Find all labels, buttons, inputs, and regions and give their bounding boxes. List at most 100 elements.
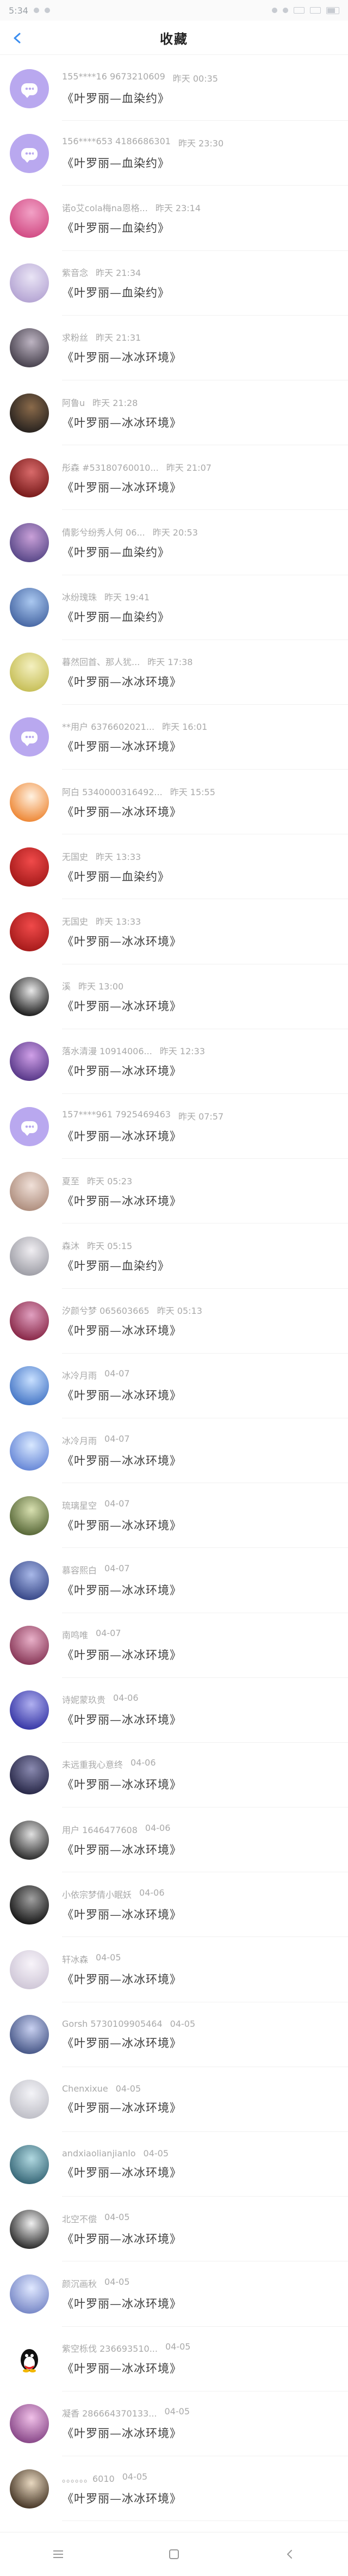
item-time: 昨天 05:15 — [87, 1240, 133, 1251]
chat-avatar-icon[interactable] — [10, 69, 49, 108]
favorite-item[interactable]: 凝香 286664370133... 04-05 《叶罗丽—冰冰环境》 — [0, 2391, 348, 2456]
user-avatar[interactable] — [10, 458, 49, 497]
favorite-item[interactable]: 慕容熙白 04-07 《叶罗丽—冰冰环境》 — [0, 1548, 348, 1613]
user-avatar[interactable] — [10, 2209, 49, 2249]
user-avatar[interactable] — [10, 912, 49, 952]
favorite-item[interactable]: 倩影兮纷秀人何 06... 昨天 20:53 《叶罗丽—血染约》 — [0, 510, 348, 575]
item-author: 暮然回首、那人犹... — [62, 657, 140, 668]
favorite-item[interactable]: 北空不偿 04-05 《叶罗丽—冰冰环境》 — [0, 2197, 348, 2262]
user-avatar[interactable] — [10, 2015, 49, 2055]
user-avatar[interactable] — [10, 198, 49, 238]
favorite-item[interactable]: 琉璃星空 04-07 《叶罗丽—冰冰环境》 — [0, 1483, 348, 1548]
user-avatar[interactable] — [10, 393, 49, 433]
penguin-avatar-icon[interactable] — [10, 2339, 49, 2379]
item-info: 落水清漫 10914006... 昨天 12:33 《叶罗丽—冰冰环境》 — [62, 1044, 348, 1079]
nav-back-button[interactable] — [279, 2543, 301, 2565]
favorite-item[interactable]: 紫空栎伐 236693510... 04-05 《叶罗丽—冰冰环境》 — [0, 2327, 348, 2391]
user-avatar[interactable] — [10, 1042, 49, 1081]
user-avatar[interactable] — [10, 1885, 49, 1925]
favorite-item[interactable]: 无国史 昨天 13:33 《叶罗丽—血染约》 — [0, 834, 348, 900]
favorite-item[interactable]: 求粉丝 昨天 21:31 《叶罗丽—冰冰环境》 — [0, 316, 348, 380]
favorite-item[interactable]: 冰冷月雨 04-07 《叶罗丽—冰冰环境》 — [0, 1354, 348, 1418]
favorite-item[interactable]: 颜沉画秋 04-05 《叶罗丽—冰冰环境》 — [0, 2261, 348, 2327]
item-time: 昨天 21:34 — [96, 268, 141, 279]
user-avatar[interactable] — [10, 1950, 49, 1990]
favorite-item[interactable]: 夏至 昨天 05:23 《叶罗丽—冰冰环境》 — [0, 1159, 348, 1224]
favorite-item[interactable]: 无国史 昨天 13:33 《叶罗丽—冰冰环境》 — [0, 899, 348, 964]
favorite-item[interactable]: Chenxixue 04-05 《叶罗丽—冰冰环境》 — [0, 2067, 348, 2132]
favorite-item[interactable]: 。。。。。。6010 04-05 《叶罗丽—冰冰环境》 — [0, 2456, 348, 2522]
favorite-item[interactable]: 诺o艾cola梅na恩格... 昨天 23:14 《叶罗丽—血染约》 — [0, 186, 348, 251]
user-avatar[interactable] — [10, 1236, 49, 1276]
favorite-item[interactable]: **用户 6376602021... 昨天 16:01 《叶罗丽—冰冰环境》 — [0, 705, 348, 770]
favorite-item[interactable]: 南鸣唯 04-07 《叶罗丽—冰冰环境》 — [0, 1613, 348, 1678]
item-info: 。。。。。。6010 04-05 《叶罗丽—冰冰环境》 — [62, 2472, 348, 2506]
favorite-item[interactable]: 未远重我心意终 04-06 《叶罗丽—冰冰环境》 — [0, 1743, 348, 1808]
item-author: 小依宗梦倩小眠妖 — [62, 1889, 132, 1900]
user-avatar[interactable] — [10, 1171, 49, 1211]
favorite-item[interactable]: 彤森 #53180760010... 昨天 21:07 《叶罗丽—冰冰环境》 — [0, 445, 348, 511]
favorite-item[interactable]: 用户 1646477608 04-06 《叶罗丽—冰冰环境》 — [0, 1807, 348, 1873]
user-avatar[interactable] — [10, 977, 49, 1017]
user-avatar[interactable] — [10, 1560, 49, 1600]
item-time: 昨天 13:33 — [96, 851, 141, 862]
favorite-item[interactable]: Gorsh 5730109905464 04-05 《叶罗丽—冰冰环境》 — [0, 2002, 348, 2067]
favorite-item[interactable]: 阿鲁u 昨天 21:28 《叶罗丽—冰冰环境》 — [0, 380, 348, 446]
user-avatar[interactable] — [10, 1690, 49, 1730]
user-avatar[interactable] — [10, 522, 49, 562]
user-avatar[interactable] — [10, 328, 49, 368]
user-avatar[interactable] — [10, 1431, 49, 1471]
battery-icon — [326, 7, 339, 14]
user-avatar[interactable] — [10, 2274, 49, 2314]
user-avatar[interactable] — [10, 847, 49, 887]
back-button[interactable] — [8, 28, 27, 48]
user-avatar[interactable] — [10, 1755, 49, 1795]
favorite-item[interactable]: andxiaolianjianlo 04-05 《叶罗丽—冰冰环境》 — [0, 2132, 348, 2197]
chat-dots-icon — [25, 152, 34, 155]
favorite-item[interactable]: 轩冰森 04-05 《叶罗丽—冰冰环境》 — [0, 1937, 348, 2002]
favorite-item[interactable]: 小依宗梦倩小眠妖 04-06 《叶罗丽—冰冰环境》 — [0, 1872, 348, 1938]
user-avatar[interactable] — [10, 1301, 49, 1341]
user-avatar[interactable] — [10, 782, 49, 822]
home-button[interactable] — [163, 2543, 185, 2565]
item-info: 倩影兮纷秀人何 06... 昨天 20:53 《叶罗丽—血染约》 — [62, 525, 348, 560]
favorite-item[interactable]: 紫音念 昨天 21:34 《叶罗丽—血染约》 — [0, 251, 348, 316]
notification-icon — [33, 8, 39, 13]
favorite-item[interactable]: 诗妮蒙玖贵 04-06 《叶罗丽—冰冰环境》 — [0, 1678, 348, 1743]
item-author: 用户 1646477608 — [62, 1824, 138, 1835]
chat-avatar-icon[interactable] — [10, 1106, 49, 1146]
favorite-item[interactable]: 阿白 5340000316492... 昨天 15:55 《叶罗丽—冰冰环境》 — [0, 770, 348, 835]
item-meta: 南鸣唯 04-07 — [62, 1628, 348, 1641]
user-avatar[interactable] — [10, 588, 49, 628]
user-avatar[interactable] — [10, 2080, 49, 2119]
favorite-item[interactable]: 汐颜兮梦 065603665 昨天 05:13 《叶罗丽—冰冰环境》 — [0, 1289, 348, 1354]
chat-avatar-icon[interactable] — [10, 133, 49, 173]
item-meta: 溪昨天 13:00 — [62, 979, 348, 992]
user-avatar[interactable] — [10, 2404, 49, 2444]
user-avatar[interactable] — [10, 1626, 49, 1665]
item-time: 昨天 19:41 — [104, 592, 150, 603]
user-avatar[interactable] — [10, 2469, 49, 2509]
user-avatar[interactable] — [10, 1820, 49, 1860]
favorite-item[interactable]: 落水清漫 10914006... 昨天 12:33 《叶罗丽—冰冰环境》 — [0, 1029, 348, 1094]
favorite-item[interactable]: 森沐 昨天 05:15 《叶罗丽—血染约》 — [0, 1224, 348, 1289]
item-title: 《叶罗丽—冰冰环境》 — [62, 2427, 182, 2440]
favorite-item[interactable]: 冰纷瑰珠 昨天 19:41 《叶罗丽—血染约》 — [0, 575, 348, 640]
user-avatar[interactable] — [10, 1496, 49, 1535]
favorite-item[interactable]: 冰冷月雨 04-07 《叶罗丽—冰冰环境》 — [0, 1418, 348, 1484]
menu-button[interactable] — [47, 2543, 69, 2565]
item-time: 04-05 — [143, 2148, 169, 2159]
user-avatar[interactable] — [10, 653, 49, 692]
user-avatar[interactable] — [10, 263, 49, 303]
item-author: 155****16 9673210609 — [62, 71, 165, 82]
favorite-item[interactable]: 155****16 9673210609 昨天 00:35 《叶罗丽—血染约》 — [0, 56, 348, 121]
favorite-item[interactable]: 157****961 7925469463 昨天 07:57 《叶罗丽—冰冰环境》 — [0, 1094, 348, 1159]
user-avatar[interactable] — [10, 1366, 49, 1406]
favorite-item[interactable]: 溪昨天 13:00 《叶罗丽—冰冰环境》 — [0, 964, 348, 1029]
chat-avatar-icon[interactable] — [10, 717, 49, 757]
chat-dots-icon — [25, 87, 34, 90]
user-avatar[interactable] — [10, 2144, 49, 2184]
favorite-item[interactable]: 156****653 4186686301 昨天 23:30 《叶罗丽—血染约》 — [0, 121, 348, 186]
favorite-item[interactable]: 暮然回首、那人犹... 昨天 17:38 《叶罗丽—冰冰环境》 — [0, 640, 348, 705]
item-author: 落水清漫 10914006... — [62, 1046, 152, 1057]
